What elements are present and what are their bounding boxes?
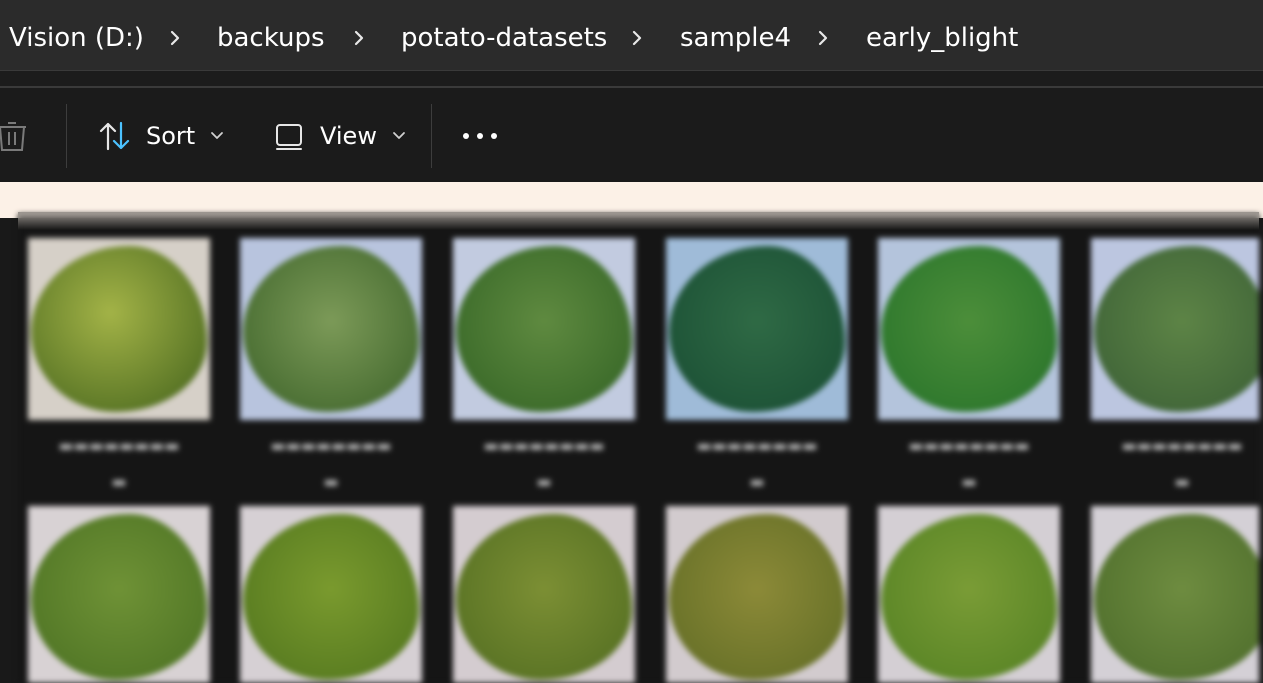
file-name-label: ▬ [1174, 472, 1190, 491]
breadcrumb-item-potato-datasets[interactable]: potato-datasets [401, 20, 607, 56]
file-thumbnail[interactable] [666, 506, 848, 683]
file-name-label: ▬ [323, 472, 339, 491]
view-button[interactable]: View [274, 110, 409, 162]
command-toolbar: Sort View [0, 88, 1263, 180]
chevron-down-icon [211, 132, 224, 139]
sort-label: Sort [146, 122, 196, 150]
breadcrumb-item-backups[interactable]: backups [217, 20, 325, 56]
more-dots-icon [463, 133, 497, 139]
file-grid: ▬▬▬▬▬▬▬▬ ▬ ▬▬▬▬▬▬▬▬ ▬ ▬▬▬▬▬▬▬▬ ▬ ▬▬▬▬▬▬▬… [18, 214, 1259, 683]
more-options-button[interactable] [462, 110, 498, 162]
file-thumbnail[interactable] [453, 238, 635, 420]
leaf-image [881, 246, 1057, 412]
file-thumbnail[interactable] [878, 506, 1060, 683]
file-thumbnail[interactable] [240, 506, 422, 683]
file-name-label: ▬▬▬▬▬▬▬▬ [1121, 436, 1243, 455]
leaf-image [881, 514, 1057, 680]
leaf-image [1094, 246, 1259, 412]
file-thumbnail[interactable] [878, 238, 1060, 420]
file-thumbnail[interactable] [240, 238, 422, 420]
leaf-image [243, 514, 419, 680]
file-name-label: ▬ [111, 472, 127, 491]
view-label: View [320, 122, 377, 150]
breadcrumb-item-drive[interactable]: Vision (D:) [9, 20, 144, 56]
file-thumbnail[interactable] [28, 238, 210, 420]
file-thumbnail[interactable] [453, 506, 635, 683]
leaf-image [456, 514, 632, 680]
leaf-image [669, 514, 845, 680]
file-thumbnail[interactable] [1091, 238, 1259, 420]
file-name-label: ▬▬▬▬▬▬▬▬ [483, 436, 605, 455]
file-thumbnail[interactable] [28, 506, 210, 683]
file-thumbnail[interactable] [1091, 506, 1259, 683]
chevron-right-icon[interactable] [814, 27, 832, 49]
file-name-label: ▬▬▬▬▬▬▬▬ [696, 436, 818, 455]
leaf-image [243, 246, 419, 412]
file-name-label: ▬ [536, 472, 552, 491]
file-name-label: ▬▬▬▬▬▬▬▬ [270, 436, 392, 455]
chevron-right-icon[interactable] [166, 27, 184, 49]
leaf-image [1094, 514, 1259, 680]
delete-button[interactable] [0, 110, 30, 162]
toolbar-separator [66, 104, 67, 168]
file-name-label: ▬ [749, 472, 765, 491]
chevron-right-icon[interactable] [628, 27, 646, 49]
leaf-image [456, 246, 632, 412]
file-name-label: ▬▬▬▬▬▬▬▬ [58, 436, 180, 455]
leaf-image [31, 514, 207, 680]
grid-top-shadow [18, 212, 1259, 230]
breadcrumb-item-sample4[interactable]: sample4 [680, 20, 791, 56]
breadcrumb: Vision (D:) backups potato-datasets samp… [0, 0, 1263, 71]
leaf-image [669, 246, 845, 412]
leaf-image [31, 246, 207, 412]
trash-icon [0, 122, 26, 151]
breadcrumb-item-early-blight[interactable]: early_blight [866, 20, 1018, 56]
chevron-down-icon [393, 132, 405, 139]
file-thumbnail[interactable] [666, 238, 848, 420]
file-name-label: ▬ [961, 472, 977, 491]
navigation-pane-edge [0, 218, 18, 683]
sort-arrows-icon [99, 121, 130, 151]
view-layout-icon [276, 124, 302, 150]
chevron-right-icon[interactable] [350, 27, 368, 49]
file-name-label: ▬▬▬▬▬▬▬▬ [908, 436, 1030, 455]
sort-button[interactable]: Sort [98, 110, 227, 162]
toolbar-separator [431, 104, 432, 168]
